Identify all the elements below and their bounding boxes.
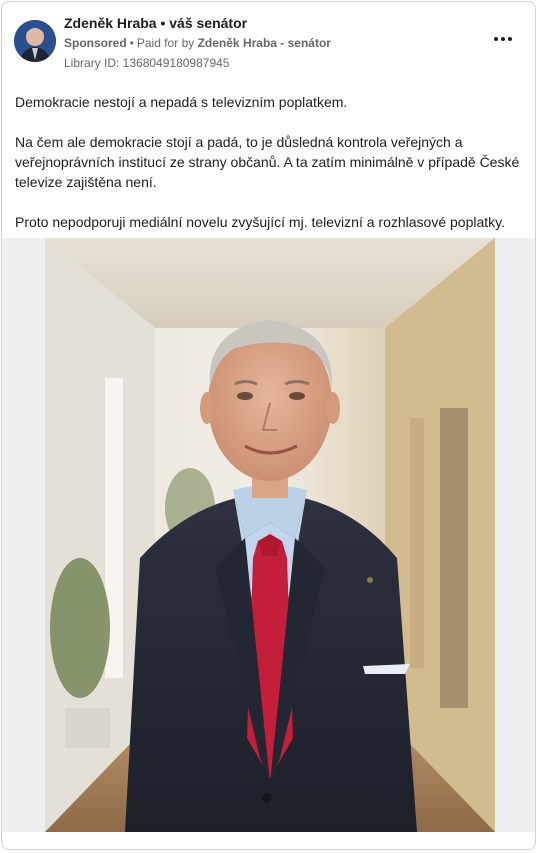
post-paragraph: Na čem ale demokracie stojí a padá, to j… <box>15 134 520 190</box>
post-text: Demokracie nestojí a nepadá s televizním… <box>15 92 525 252</box>
sponsor-line: Sponsored • Paid for by Zdeněk Hraba - sen… <box>64 36 331 50</box>
media-area[interactable] <box>2 238 535 832</box>
post-paragraph: Demokracie nestojí a nepadá s televizním… <box>15 94 348 110</box>
portrait-photo[interactable] <box>45 238 495 832</box>
more-options-icon[interactable] <box>491 30 515 48</box>
post-paragraph: Proto nepodporuji mediální novelu zvyšuj… <box>15 214 505 230</box>
library-id: Library ID: 1368049180987945 <box>64 56 230 70</box>
avatar[interactable] <box>14 20 56 62</box>
paid-for-by[interactable]: Zdeněk Hraba - senátor <box>198 36 331 50</box>
ad-card: Zdeněk Hraba • váš senátor Sponsored • Pai… <box>1 1 536 850</box>
card-footer <box>2 832 535 849</box>
avatar-image <box>14 20 56 62</box>
author-name[interactable]: Zdeněk Hraba • váš senátor <box>64 15 247 31</box>
sponsored-label: Sponsored <box>64 36 127 50</box>
portrait-image <box>45 238 495 832</box>
paid-for-prefix: Paid for by <box>136 36 195 50</box>
